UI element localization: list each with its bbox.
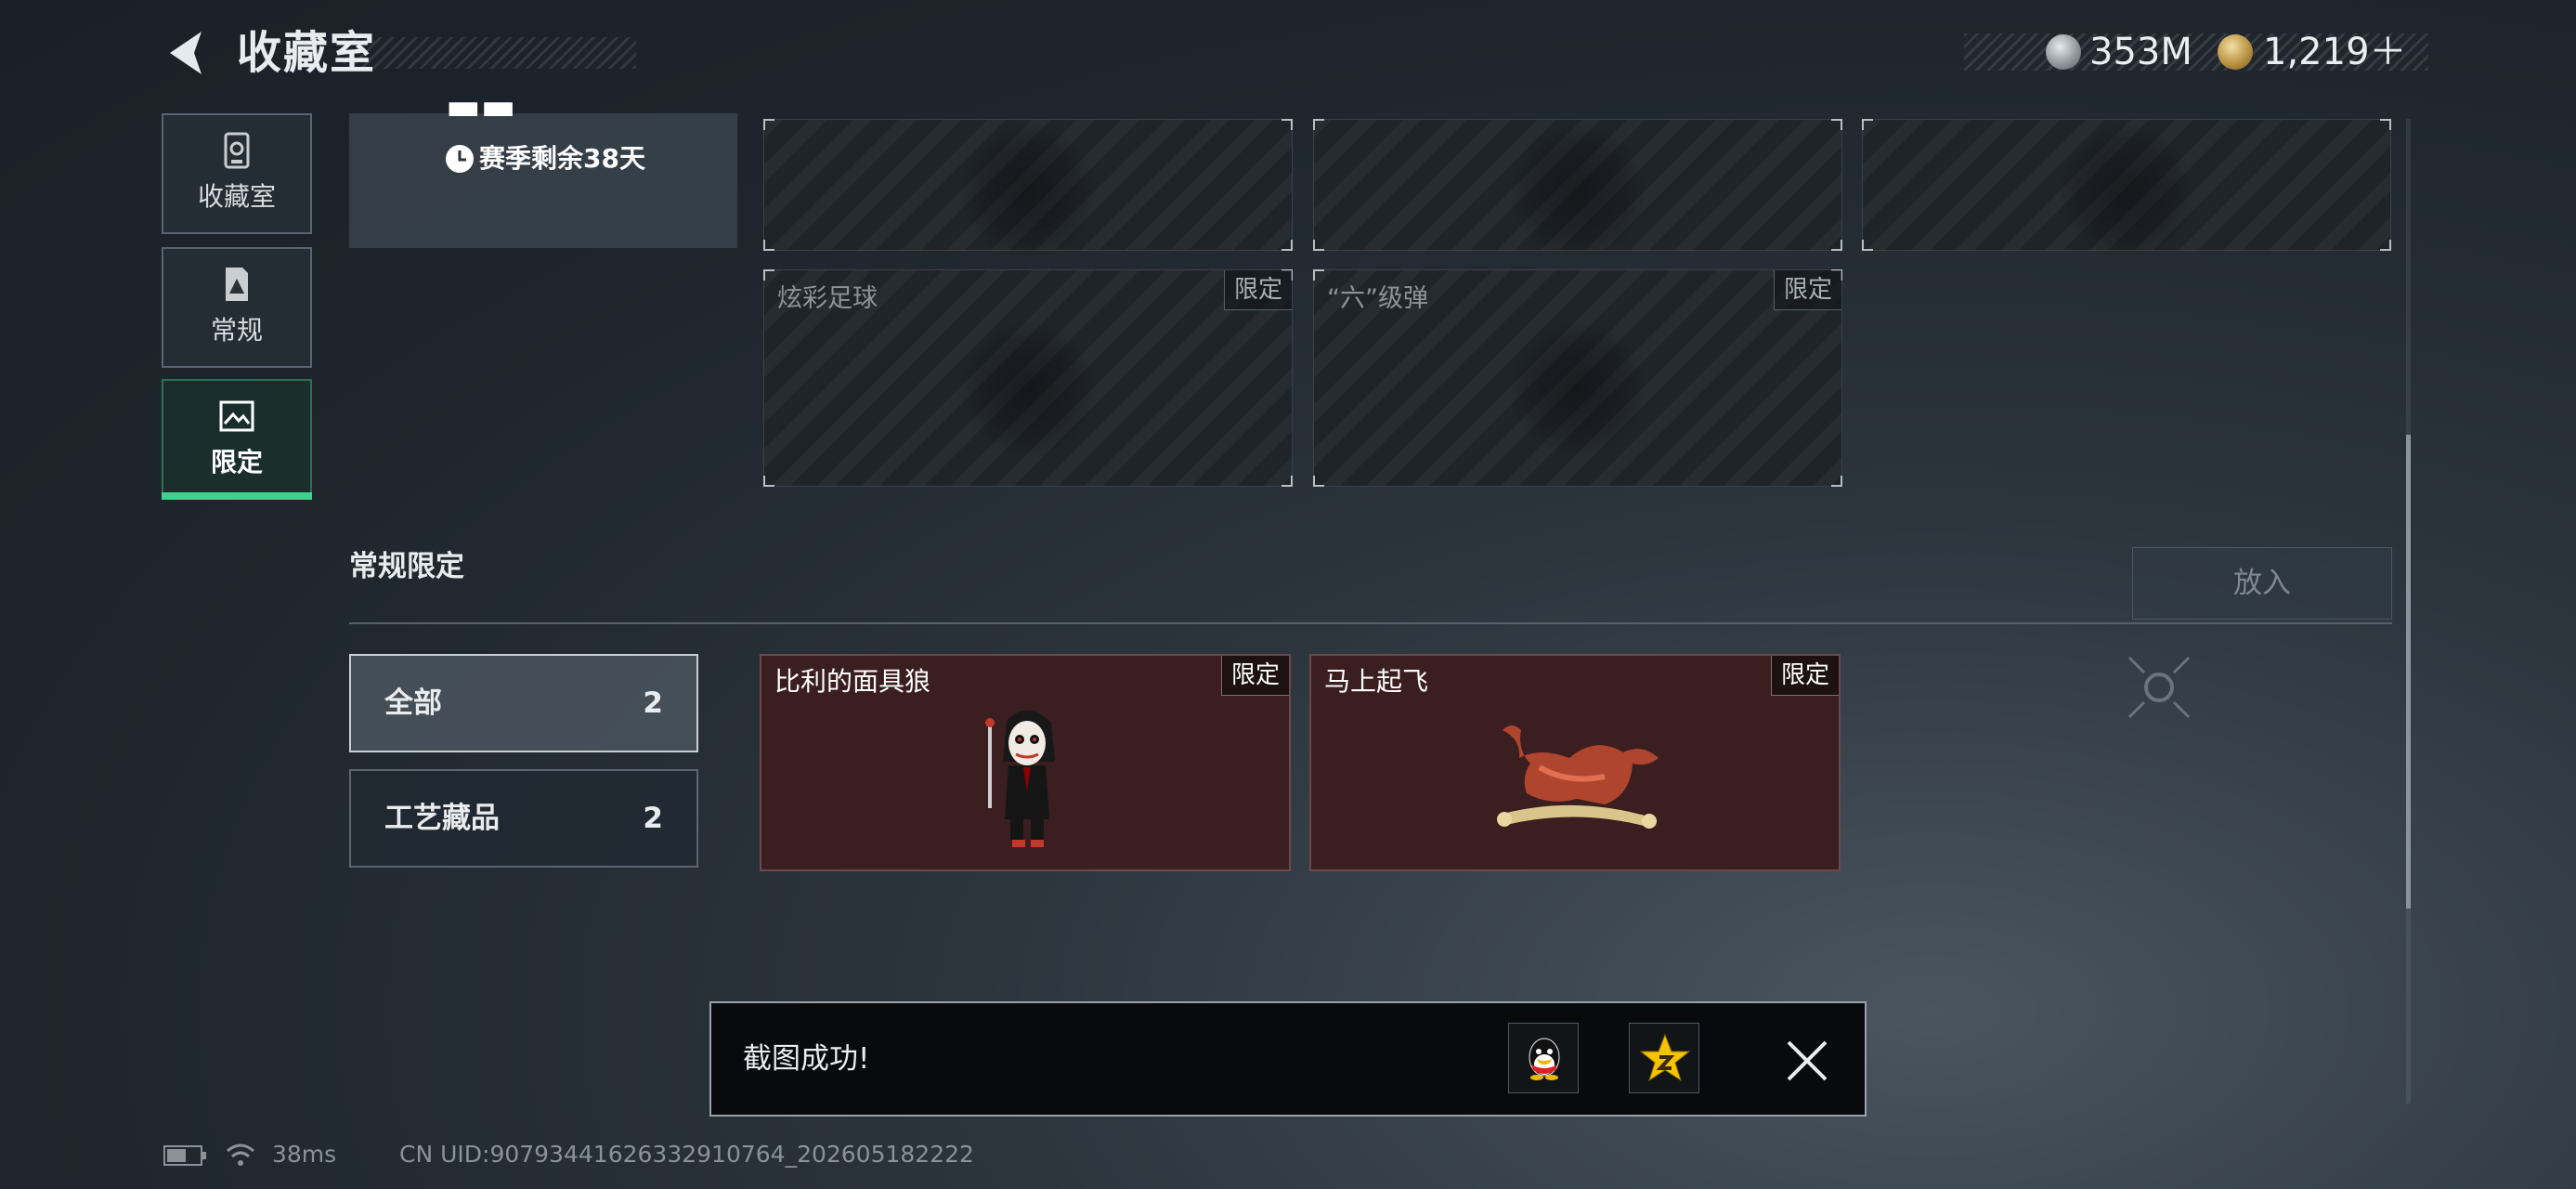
season-remaining: 赛季剩余38天	[479, 143, 645, 174]
nav-item-regular[interactable]: 常规	[162, 247, 312, 368]
back-arrow-icon[interactable]	[163, 28, 209, 78]
limited-tag: 限定	[1771, 656, 1839, 696]
qzone-icon	[1639, 1033, 1691, 1082]
crosshair-icon	[2127, 656, 2191, 719]
user-uid: CN UID:907934416263329107­64_20260518222…	[399, 1141, 974, 1168]
toast-message: 截图成功!	[743, 1042, 870, 1076]
category-craft[interactable]: 工艺藏品 2	[349, 769, 698, 868]
category-count: 2	[643, 686, 663, 720]
item-name: 比利的面具狼	[774, 666, 931, 697]
slot-name: 炫彩足球	[777, 284, 878, 313]
item-name: 马上起飞	[1324, 666, 1429, 697]
close-icon[interactable]	[1781, 1035, 1833, 1087]
limited-tag: 限定	[1774, 270, 1841, 310]
gold-currency-value[interactable]: 1,219＋	[2263, 33, 2407, 71]
locked-slot-football[interactable]: 炫彩足球 限定	[763, 269, 1293, 487]
nav-item-vault[interactable]: 收藏室	[162, 113, 312, 234]
locked-slot[interactable]	[1862, 119, 2391, 261]
nav-item-limited[interactable]: 限定	[162, 379, 312, 500]
nav-label: 收藏室	[197, 181, 276, 212]
category-label: 工艺藏品	[384, 802, 500, 835]
limited-tag: 限定	[1224, 270, 1292, 310]
item-card-billy-mask[interactable]: 比利的面具狼 限定	[760, 654, 1291, 871]
flying-horse-icon	[1497, 725, 1659, 829]
wifi-icon	[227, 1143, 254, 1166]
category-count: 2	[643, 802, 663, 835]
nav-label: 限定	[210, 447, 263, 477]
item-silhouette	[1508, 122, 1647, 261]
selected-indicator	[162, 492, 312, 500]
vault-icon	[224, 132, 250, 169]
item-silhouette	[958, 319, 1098, 459]
season-value-clipped: ▬▬	[446, 93, 516, 121]
nav-label: 常规	[210, 315, 263, 346]
qq-icon	[1529, 1038, 1560, 1080]
gold-coin-icon	[2218, 34, 2253, 70]
billy-puppet-icon	[985, 710, 1055, 847]
locked-slot[interactable]	[1313, 119, 1842, 261]
category-all[interactable]: 全部 2	[349, 654, 698, 752]
ping-value: 38ms	[272, 1141, 337, 1168]
share-qq-button[interactable]	[1508, 1023, 1579, 1093]
title-decoration	[344, 37, 636, 69]
slot-name: “六”级弹	[1327, 284, 1428, 313]
section-title: 常规限定	[349, 550, 464, 583]
item-silhouette	[2057, 122, 2196, 261]
category-label: 全部	[384, 686, 442, 720]
season-card	[349, 113, 737, 248]
scrollbar-thumb[interactable]	[2406, 435, 2411, 908]
picture-icon	[219, 400, 254, 432]
battery-icon	[163, 1145, 206, 1166]
item-card-horse[interactable]: 马上起飞 限定	[1309, 654, 1841, 871]
item-silhouette	[958, 122, 1098, 261]
clock-icon	[446, 145, 474, 173]
silver-currency-value: 353M	[2089, 31, 2192, 73]
document-warning-icon	[226, 268, 248, 301]
share-qzone-button[interactable]	[1629, 1023, 1699, 1093]
locked-slot-grenade[interactable]: “六”级弹 限定	[1313, 269, 1842, 487]
limited-tag: 限定	[1221, 656, 1289, 696]
item-silhouette	[1508, 319, 1647, 459]
divider	[349, 622, 2392, 624]
silver-coin-icon	[2046, 34, 2081, 70]
place-button[interactable]: 放入	[2132, 547, 2392, 620]
locked-slot[interactable]	[763, 119, 1293, 261]
